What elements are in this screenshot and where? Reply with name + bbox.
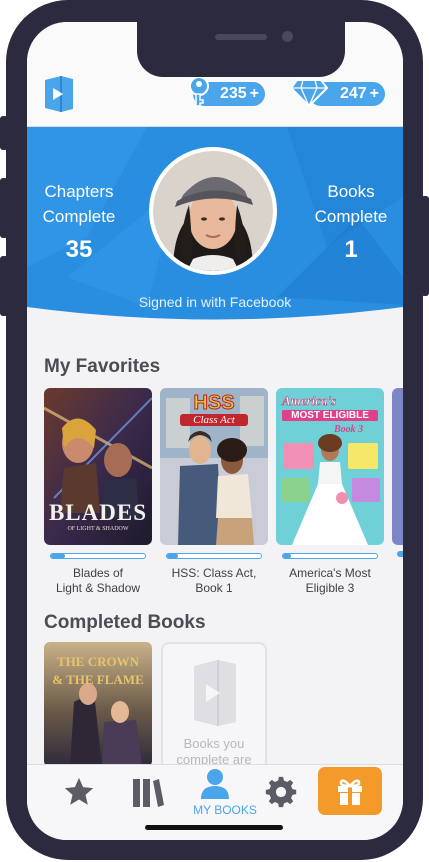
book-cover: HSS Class Act [160, 388, 268, 545]
chapters-label-line2: Complete [42, 207, 116, 226]
completed-title: Completed Books [44, 612, 206, 633]
gems-count: 247 [339, 85, 367, 102]
cover-subtitle: Class Act [180, 414, 248, 426]
cover-title: MOST ELIGIBLE [282, 410, 378, 421]
reading-progress [50, 553, 146, 559]
cover-subtitle: & THE FLAME [52, 672, 144, 687]
chapters-complete-stat: Chapters Complete 35 [35, 179, 123, 262]
book-title-line1: Blades of [72, 566, 124, 580]
book-cover: America's MOST ELIGIBLE Book 3 [276, 388, 384, 545]
app-logo-icon[interactable] [43, 76, 75, 112]
reading-progress [166, 553, 262, 559]
home-indicator[interactable] [145, 825, 283, 830]
book-title-line1: HSS: Class Act, [171, 566, 257, 580]
book-title: HSS: Class Act, Book 1 [160, 566, 268, 596]
favorite-book-partial[interactable] [392, 388, 403, 545]
books-complete-stat: Books Complete 1 [307, 179, 395, 262]
favorite-book-hss[interactable]: HSS Class Act HSS: Class Act, Book 1 [160, 388, 268, 596]
favorites-title: My Favorites [44, 356, 161, 377]
cover-subtitle: OF LIGHT & SHADOW [67, 526, 129, 532]
cover-subtitle: Book 3 [334, 424, 364, 435]
speaker [215, 34, 267, 40]
book-title-line2: Light & Shadow [55, 581, 141, 595]
cover-title-top: America's [282, 393, 337, 409]
cover-title: HSS [193, 392, 235, 415]
book-title-line2: Book 1 [195, 581, 233, 595]
book-placeholder-icon [194, 660, 236, 726]
side-button [421, 196, 429, 296]
side-button [0, 116, 8, 150]
book-title-line1: America's Most [289, 566, 371, 580]
cover-title: THE CROWN [57, 654, 139, 669]
profile-photo [153, 151, 273, 271]
progress-fill [51, 554, 66, 558]
favorite-book-americas-most-eligible[interactable]: America's MOST ELIGIBLE Book 3 America's… [276, 388, 384, 596]
tab-rewards[interactable] [318, 767, 382, 815]
placeholder-text-line1: Books you [183, 736, 245, 751]
books-label-line1: Books [327, 182, 375, 201]
progress-fill [283, 554, 291, 558]
side-button [0, 256, 8, 316]
notch [137, 22, 345, 77]
gem-icon [289, 79, 329, 108]
books-label-line2: Complete [314, 207, 388, 226]
book-title-line2: Eligible 3 [305, 581, 355, 595]
star-icon [64, 777, 94, 805]
book-title: America's Most Eligible 3 [276, 566, 384, 596]
chapters-value: 35 [65, 236, 93, 263]
keys-count: 235 [219, 85, 247, 102]
gear-icon [265, 776, 297, 808]
book-cover: BLADES OF LIGHT & SHADOW [44, 388, 152, 545]
book-title: Blades of Light & Shadow [44, 566, 152, 596]
keys-add-button[interactable]: + [250, 85, 259, 102]
completed-book-crown-flame[interactable]: THE CROWN & THE FLAME [44, 642, 152, 767]
gift-icon [338, 779, 362, 805]
side-button [0, 178, 8, 238]
tab-my-books-label: MY BOOKS [193, 803, 257, 817]
key-icon [189, 76, 209, 107]
favorite-book-blades[interactable]: BLADES OF LIGHT & SHADOW Blades of Light… [44, 388, 152, 596]
chapters-label-line1: Chapters [44, 182, 114, 201]
library-icon [133, 779, 164, 807]
app-screen: 235 + 247 + Chapters Complete 35 Books C… [27, 22, 403, 840]
tab-favorites[interactable] [62, 775, 96, 827]
tab-my-books[interactable]: MY BOOKS [193, 767, 257, 819]
reading-progress [282, 553, 378, 559]
reading-progress-partial [397, 551, 403, 557]
gems-add-button[interactable]: + [370, 85, 379, 102]
cover-title: BLADES [48, 500, 148, 525]
progress-fill [167, 554, 179, 558]
tab-settings[interactable] [264, 775, 298, 827]
profile-banner: Chapters Complete 35 Books Complete 1 Si… [27, 127, 403, 324]
tab-library[interactable] [131, 777, 165, 829]
books-value: 1 [344, 236, 358, 263]
camera [282, 31, 293, 42]
person-icon [201, 769, 229, 799]
avatar[interactable] [149, 147, 277, 275]
completed-placeholder: Books you complete are [161, 642, 267, 782]
signed-in-text: Signed in with Facebook [138, 294, 292, 310]
